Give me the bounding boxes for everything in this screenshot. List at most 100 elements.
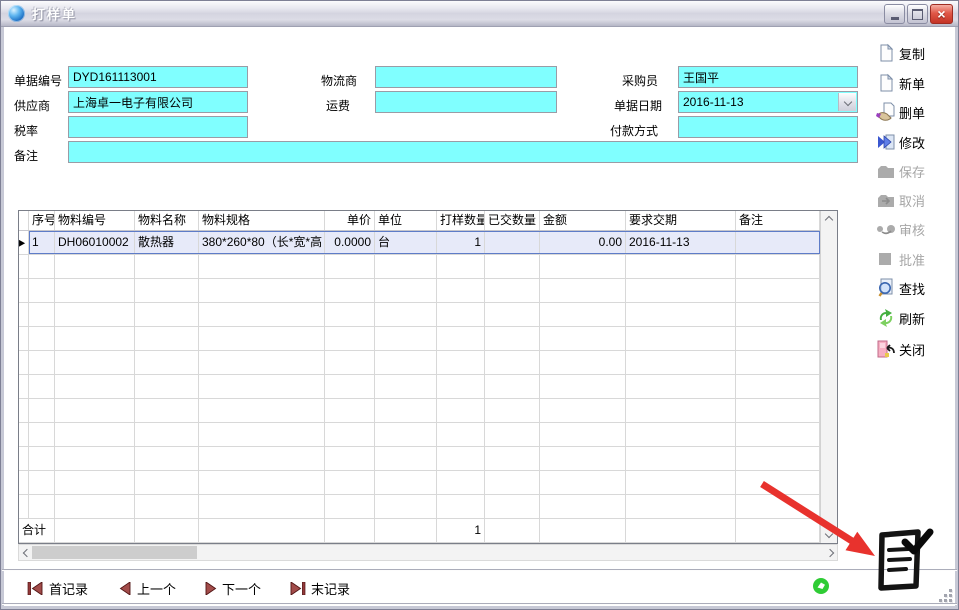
col-unit[interactable]: 单位: [375, 211, 437, 230]
buyer-field[interactable]: [678, 66, 858, 88]
close-button[interactable]: ×: [930, 4, 953, 24]
last-record-button[interactable]: 末记录: [289, 579, 350, 598]
window-title: 打样单: [32, 4, 77, 23]
tax-rate-field[interactable]: [68, 116, 248, 138]
cell-material-code[interactable]: DH06010002: [55, 231, 135, 254]
table-empty-row[interactable]: [19, 375, 820, 399]
modify-button[interactable]: 修改: [876, 130, 956, 154]
table-empty-row[interactable]: [19, 327, 820, 351]
modify-icon: [876, 132, 896, 152]
search-button[interactable]: 查找: [876, 276, 956, 300]
divider: [2, 603, 957, 604]
table-empty-row[interactable]: [19, 399, 820, 423]
save-button: 保存: [876, 159, 956, 183]
horizontal-scrollbar[interactable]: [18, 544, 838, 561]
buyer-label: 采购员: [622, 72, 658, 89]
table-empty-row[interactable]: [19, 495, 820, 519]
document-check-icon[interactable]: [872, 527, 934, 602]
col-material-code[interactable]: 物料编号: [55, 211, 135, 230]
payment-label: 付款方式: [610, 122, 658, 139]
refresh-button[interactable]: 刷新: [876, 306, 956, 330]
first-record-button[interactable]: 首记录: [27, 579, 88, 598]
table-empty-row[interactable]: [19, 303, 820, 327]
next-record-button[interactable]: 下一个: [204, 579, 261, 598]
resize-grip[interactable]: [939, 589, 955, 605]
chevron-down-icon: [843, 98, 851, 106]
total-label: 合计: [19, 519, 55, 542]
freight-label: 运费: [326, 97, 350, 114]
close-form-icon: [876, 339, 896, 359]
close-icon: ×: [937, 7, 945, 21]
table-empty-row[interactable]: [19, 255, 820, 279]
col-delivered-qty[interactable]: 已交数量: [485, 211, 540, 230]
delete-doc-button[interactable]: 删单: [876, 100, 956, 124]
doc-date-dropdown-button[interactable]: [838, 93, 856, 111]
col-due-date[interactable]: 要求交期: [626, 211, 736, 230]
col-remark[interactable]: 备注: [736, 211, 820, 230]
delete-doc-icon: [876, 102, 896, 122]
payment-field[interactable]: [678, 116, 858, 138]
table-total-row: 合计 1: [19, 519, 820, 543]
new-doc-button[interactable]: 新单: [876, 71, 956, 95]
doc-date-value: 2016-11-13: [683, 95, 744, 109]
scroll-down-button[interactable]: [821, 526, 837, 542]
minimize-button[interactable]: [884, 4, 905, 24]
col-seq[interactable]: 序号: [29, 211, 55, 230]
table-empty-row[interactable]: [19, 447, 820, 471]
tax-rate-label: 税率: [14, 122, 38, 139]
copy-button[interactable]: 复制: [876, 41, 956, 65]
chevron-up-icon: [825, 216, 833, 224]
next-record-icon: [204, 582, 217, 595]
divider: [2, 569, 957, 570]
col-spec[interactable]: 物料规格: [199, 211, 325, 230]
col-material-name[interactable]: 物料名称: [135, 211, 199, 230]
approve-icon: [876, 249, 896, 269]
cell-seq[interactable]: 1: [29, 231, 55, 254]
cell-amount[interactable]: 0.00: [540, 231, 626, 254]
logistics-field[interactable]: [375, 66, 557, 88]
minimize-icon: [891, 17, 899, 20]
doc-date-combobox[interactable]: 2016-11-13: [678, 91, 858, 113]
cell-unit[interactable]: 台: [375, 231, 437, 254]
table-empty-row[interactable]: [19, 351, 820, 375]
doc-no-label: 单据编号: [14, 72, 62, 89]
maximize-button[interactable]: [907, 4, 928, 24]
audit-icon: [876, 219, 896, 239]
horizontal-scroll-thumb[interactable]: [32, 546, 197, 559]
cell-spec[interactable]: 380*260*80（长*宽*高: [199, 231, 325, 254]
cell-due-date[interactable]: 2016-11-13: [626, 231, 736, 254]
total-sample-qty: 1: [437, 519, 485, 542]
cell-material-name[interactable]: 散热器: [135, 231, 199, 254]
remark-field[interactable]: [68, 141, 858, 163]
table-empty-row[interactable]: [19, 423, 820, 447]
scroll-up-button[interactable]: [821, 212, 837, 228]
cell-unit-price[interactable]: 0.0000: [325, 231, 375, 254]
chevron-down-icon: [825, 530, 833, 538]
col-unit-price[interactable]: 单价: [325, 211, 375, 230]
app-globe-icon: [8, 5, 25, 22]
cell-sample-qty[interactable]: 1: [437, 231, 485, 254]
cell-delivered-qty[interactable]: [485, 231, 540, 254]
freight-field[interactable]: [375, 91, 557, 113]
table-empty-row[interactable]: [19, 279, 820, 303]
scroll-right-button[interactable]: [822, 545, 837, 560]
approve-button: 批准: [876, 247, 956, 271]
table-row[interactable]: ▶ 1 DH06010002 散热器 380*260*80（长*宽*高 0.00…: [19, 231, 820, 255]
doc-no-field[interactable]: [68, 66, 248, 88]
app-window: 打样单 × 单据编号 物流商 采购员 供应商 运费 单据日期 2016-11-1…: [0, 0, 959, 610]
previous-record-button[interactable]: 上一个: [119, 579, 176, 598]
col-amount[interactable]: 金额: [540, 211, 626, 230]
doc-date-label: 单据日期: [614, 97, 662, 114]
table-header-row: 序号 物料编号 物料名称 物料规格 单价 单位 打样数量 已交数量 金额 要求交…: [19, 211, 820, 231]
cell-remark[interactable]: [736, 231, 820, 254]
supplier-field[interactable]: [68, 91, 248, 113]
col-sample-qty[interactable]: 打样数量: [437, 211, 485, 230]
titlebar[interactable]: 打样单 ×: [1, 1, 958, 27]
vertical-scrollbar[interactable]: [820, 211, 837, 543]
close-form-button[interactable]: 关闭: [876, 337, 956, 361]
copy-icon: [876, 43, 896, 63]
previous-record-icon: [119, 582, 132, 595]
table-empty-row[interactable]: [19, 471, 820, 495]
remark-label: 备注: [14, 147, 38, 164]
search-icon: [876, 278, 896, 298]
